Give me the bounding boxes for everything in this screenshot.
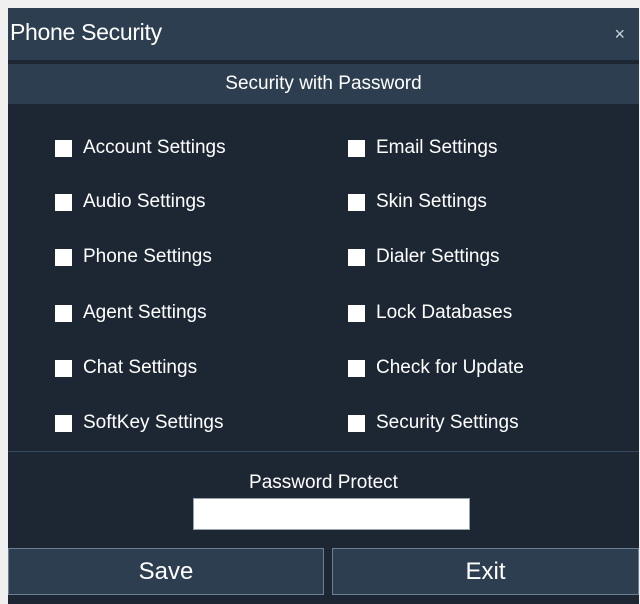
password-protect-label: Password Protect — [249, 472, 398, 493]
section-divider — [8, 451, 639, 452]
checkbox-label: Account Settings — [83, 137, 226, 158]
checkbox-security-settings[interactable]: Security Settings — [348, 412, 519, 434]
bottom-strip — [8, 595, 639, 604]
checkbox-skin-settings[interactable]: Skin Settings — [348, 191, 487, 213]
checkbox-icon[interactable] — [348, 139, 365, 157]
checkbox-label: Lock Databases — [376, 302, 513, 323]
checkbox-label: Chat Settings — [83, 357, 198, 378]
checkbox-label: Skin Settings — [376, 191, 487, 212]
checkbox-check-for-update[interactable]: Check for Update — [348, 357, 524, 379]
checkbox-label: SoftKey Settings — [83, 412, 224, 433]
exit-button[interactable]: Exit — [332, 548, 639, 595]
checkbox-icon[interactable] — [55, 248, 72, 266]
checkbox-account-settings[interactable]: Account Settings — [55, 137, 226, 159]
settings-checklist: Account Settings Audio Settings Phone Se… — [8, 104, 639, 451]
checkbox-icon[interactable] — [348, 248, 365, 266]
checkbox-email-settings[interactable]: Email Settings — [348, 137, 497, 159]
checkbox-phone-settings[interactable]: Phone Settings — [55, 246, 212, 268]
checkbox-label: Security Settings — [376, 412, 519, 433]
checkbox-icon[interactable] — [348, 359, 365, 377]
checkbox-icon[interactable] — [348, 193, 365, 211]
save-button[interactable]: Save — [8, 548, 324, 595]
checkbox-icon[interactable] — [55, 414, 72, 432]
checkbox-label: Phone Settings — [83, 246, 212, 267]
checkbox-icon[interactable] — [55, 359, 72, 377]
checkbox-lock-databases[interactable]: Lock Databases — [348, 302, 512, 324]
checkbox-label: Dialer Settings — [376, 246, 500, 267]
checkbox-label: Audio Settings — [83, 191, 206, 212]
close-icon[interactable]: × — [614, 24, 625, 45]
checkbox-label: Check for Update — [376, 357, 524, 378]
checkbox-icon[interactable] — [55, 304, 72, 322]
window-title: Phone Security — [10, 19, 162, 45]
checkbox-dialer-settings[interactable]: Dialer Settings — [348, 246, 500, 268]
checkbox-icon[interactable] — [55, 139, 72, 157]
checkbox-label: Email Settings — [376, 137, 498, 158]
phone-security-dialog: Phone Security × Security with Password … — [8, 8, 639, 604]
checkbox-agent-settings[interactable]: Agent Settings — [55, 302, 207, 324]
checkbox-softkey-settings[interactable]: SoftKey Settings — [55, 412, 223, 434]
checkbox-label: Agent Settings — [83, 302, 207, 323]
section-header: Security with Password — [8, 64, 639, 104]
checkbox-icon[interactable] — [348, 414, 365, 432]
checkbox-chat-settings[interactable]: Chat Settings — [55, 357, 197, 379]
title-bar: Phone Security × — [8, 8, 639, 60]
checkbox-audio-settings[interactable]: Audio Settings — [55, 191, 206, 213]
password-field[interactable] — [193, 498, 470, 530]
checkbox-icon[interactable] — [55, 193, 72, 211]
checkbox-icon[interactable] — [348, 304, 365, 322]
